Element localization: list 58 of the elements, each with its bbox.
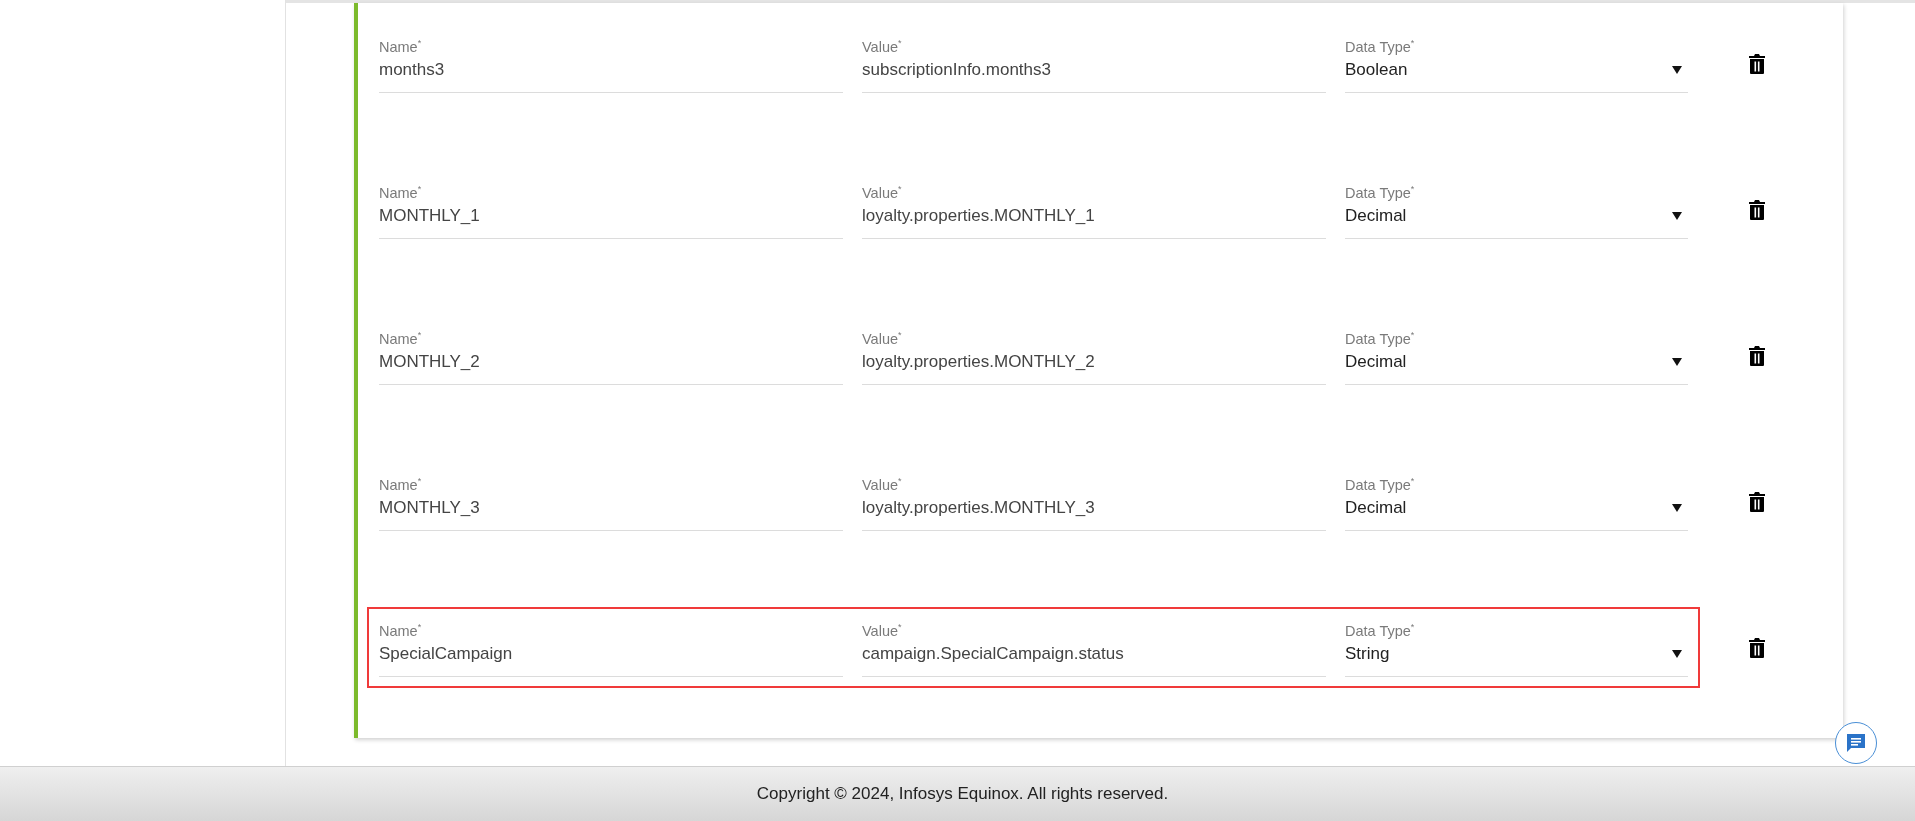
field-label: Name$^{*}$ xyxy=(379,183,423,201)
data-type-dropdown[interactable]: Data Type$^{*}$ Decimal xyxy=(1345,469,1688,531)
select-value: String xyxy=(1345,642,1390,665)
input-field[interactable]: Value$^{*}$ subscriptionInfo.months3 xyxy=(862,31,1326,93)
field-label: Name$^{*}$ xyxy=(379,37,423,55)
select-value: Decimal xyxy=(1345,350,1407,373)
field-label: Data Type$^{*}$ xyxy=(1345,329,1416,347)
field-label: Value$^{*}$ xyxy=(862,37,903,55)
input-field[interactable]: Value$^{*}$ campaign.SpecialCampaign.status xyxy=(862,615,1326,677)
input-field[interactable]: Value$^{*}$ loyalty.properties.MONTHLY_1 xyxy=(862,177,1326,239)
data-type-dropdown[interactable]: Data Type$^{*}$ Decimal xyxy=(1345,323,1688,385)
input-value: loyalty.properties.MONTHLY_3 xyxy=(862,496,1096,519)
trash-icon[interactable] xyxy=(1748,636,1766,659)
trash-icon[interactable] xyxy=(1748,490,1766,513)
field-label: Value$^{*}$ xyxy=(862,329,903,347)
caret-icon xyxy=(1672,211,1682,220)
input-value: MONTHLY_1 xyxy=(379,204,481,227)
data-type-dropdown[interactable]: Data Type$^{*}$ String xyxy=(1345,615,1688,677)
caret-icon xyxy=(1672,503,1682,512)
field-label: Data Type$^{*}$ xyxy=(1345,621,1416,639)
input-field[interactable]: Name$^{*}$ SpecialCampaign xyxy=(379,615,843,677)
trash-icon[interactable] xyxy=(1748,344,1766,367)
copyright-text: Copyright © 2024, Infosys Equinox. All rights reserved. xyxy=(755,784,1169,804)
input-field[interactable]: Name$^{*}$ months3 xyxy=(379,31,843,93)
input-value: loyalty.properties.MONTHLY_1 xyxy=(862,204,1096,227)
field-label: Name$^{*}$ xyxy=(379,329,423,347)
select-value: Decimal xyxy=(1345,204,1407,227)
select-value: Boolean xyxy=(1345,58,1408,81)
input-field[interactable]: Value$^{*}$ loyalty.properties.MONTHLY_2 xyxy=(862,323,1326,385)
caret-icon xyxy=(1672,65,1682,74)
data-type-dropdown[interactable]: Data Type$^{*}$ Boolean xyxy=(1345,31,1688,93)
input-value: MONTHLY_2 xyxy=(379,350,481,373)
input-field[interactable]: Name$^{*}$ MONTHLY_3 xyxy=(379,469,843,531)
chat-icon xyxy=(1844,731,1868,755)
trash-icon[interactable] xyxy=(1748,52,1766,75)
input-field[interactable]: Value$^{*}$ loyalty.properties.MONTHLY_3 xyxy=(862,469,1326,531)
input-field[interactable]: Name$^{*}$ MONTHLY_2 xyxy=(379,323,843,385)
field-label: Value$^{*}$ xyxy=(862,183,903,201)
caret-icon xyxy=(1672,649,1682,658)
select-value: Decimal xyxy=(1345,496,1407,519)
field-label: Value$^{*}$ xyxy=(862,621,903,639)
field-label: Name$^{*}$ xyxy=(379,621,423,639)
chat-button[interactable] xyxy=(1835,722,1877,764)
input-value: months3 xyxy=(379,58,446,81)
input-value: loyalty.properties.MONTHLY_2 xyxy=(862,350,1096,373)
field-label: Value$^{*}$ xyxy=(862,475,903,493)
field-label: Data Type$^{*}$ xyxy=(1345,37,1416,55)
field-label: Name$^{*}$ xyxy=(379,475,423,493)
input-field[interactable]: Name$^{*}$ MONTHLY_1 xyxy=(379,177,843,239)
input-value: campaign.SpecialCampaign.status xyxy=(862,642,1125,665)
field-label: Data Type$^{*}$ xyxy=(1345,475,1416,493)
input-value: SpecialCampaign xyxy=(379,642,514,665)
trash-icon[interactable] xyxy=(1748,198,1766,221)
data-type-dropdown[interactable]: Data Type$^{*}$ Decimal xyxy=(1345,177,1688,239)
input-value: MONTHLY_3 xyxy=(379,496,481,519)
input-value: subscriptionInfo.months3 xyxy=(862,58,1052,81)
field-label: Data Type$^{*}$ xyxy=(1345,183,1416,201)
caret-icon xyxy=(1672,357,1682,366)
